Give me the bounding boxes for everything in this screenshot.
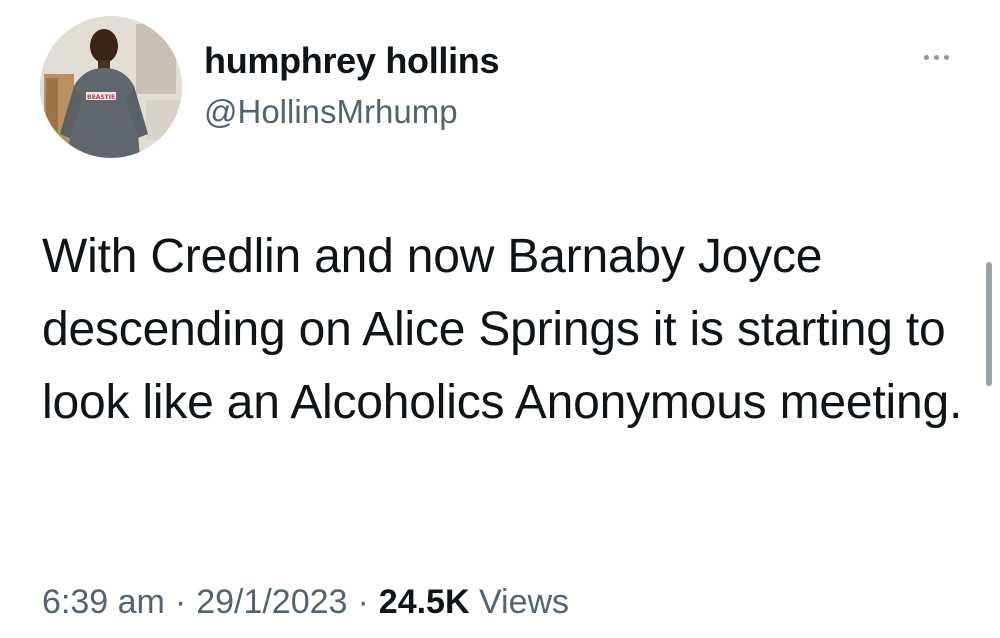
views-label: Views [478, 583, 570, 621]
tweet-time-link[interactable]: 6:39 am [42, 583, 165, 621]
views-count: 24.5K [378, 583, 470, 621]
user-handle[interactable]: @HollinsMrhump [204, 93, 458, 131]
meta-separator: · [357, 583, 369, 621]
tweet-date-link[interactable]: 29/1/2023 [196, 583, 347, 621]
avatar[interactable]: BEASTIE [40, 16, 182, 158]
tweet-text: With Credlin and now Barnaby Joyce desce… [42, 230, 963, 429]
tweet-card: BEASTIE humphrey hollins @HollinsMrhump … [0, 0, 1000, 638]
avatar-shirt-text: BEASTIE [87, 94, 115, 101]
meta-separator: · [174, 583, 187, 621]
scrollbar[interactable] [986, 262, 992, 386]
more-horizontal-icon-dot [933, 54, 939, 60]
more-options-button[interactable] [910, 42, 962, 72]
display-name[interactable]: humphrey hollins [204, 40, 500, 82]
tweet-meta: 6:39 am · 29/1/2023 · 24.5K Views [42, 583, 569, 622]
more-horizontal-icon [923, 54, 929, 60]
avatar-photo: BEASTIE [40, 16, 182, 158]
more-horizontal-icon-dot [943, 54, 949, 60]
